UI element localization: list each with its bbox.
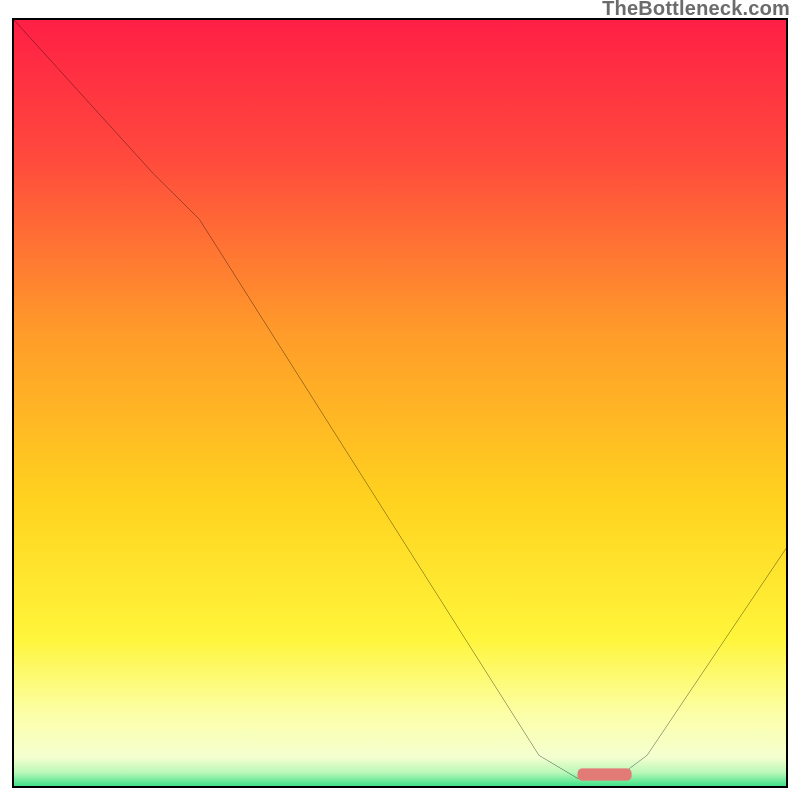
curve-layer xyxy=(14,20,786,786)
chart-frame xyxy=(12,18,788,788)
bottleneck-chart: TheBottleneck.com xyxy=(0,0,800,800)
minimum-marker xyxy=(578,768,632,780)
bottleneck-curve xyxy=(14,20,786,778)
